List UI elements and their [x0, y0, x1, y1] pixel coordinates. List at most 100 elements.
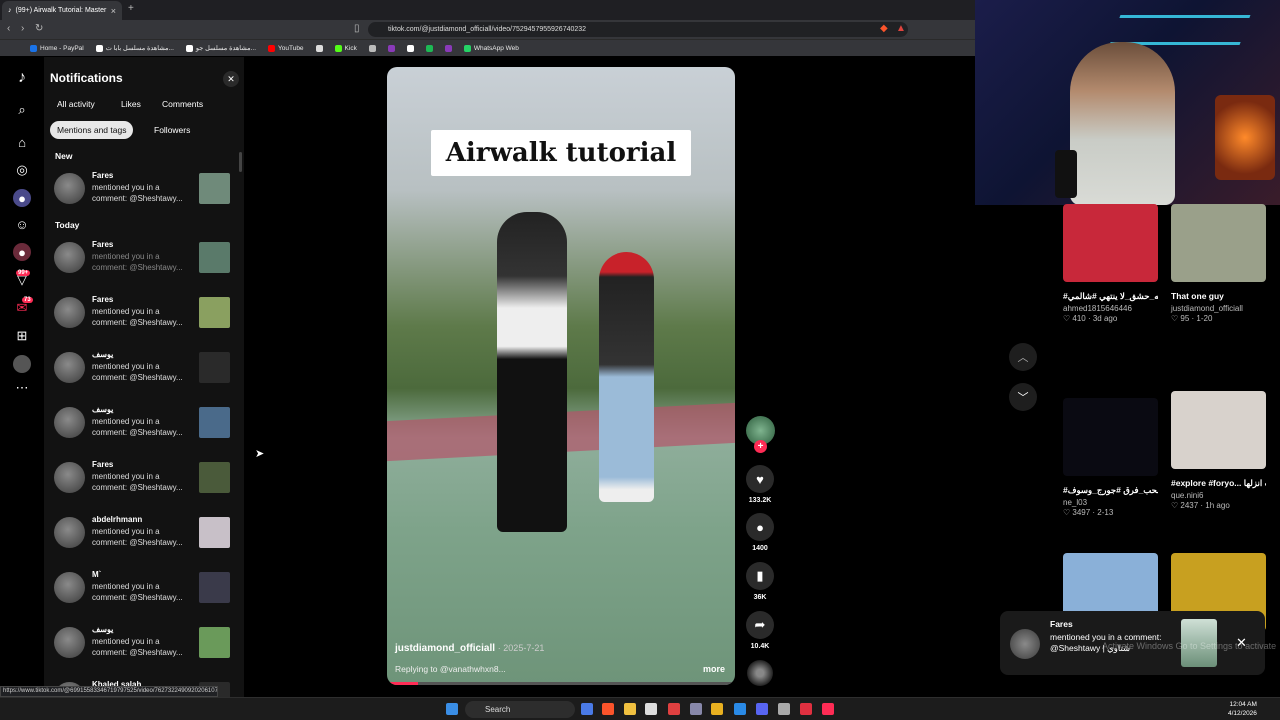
- task-view-icon[interactable]: [581, 703, 593, 715]
- video-player[interactable]: Airwalk tutorial justdiamond_officiall ·…: [387, 67, 735, 685]
- notification-user[interactable]: يوسف: [92, 625, 113, 634]
- notification-thumbnail[interactable]: [199, 572, 230, 603]
- video-author[interactable]: justdiamond_officiall · 2025-7-21: [395, 643, 544, 654]
- notification-item[interactable]: Fares mentioned you in a comment: @Shesht…: [54, 171, 232, 205]
- notification-user[interactable]: يوسف: [92, 350, 113, 359]
- recommended-card[interactable]: #كوره_القدم_قصه_حشق_لا ينتهي #شالمي ahmed…: [1063, 204, 1158, 323]
- recommended-card[interactable]: #explore #foryo... حلقت انزلها 🤡 que.nini…: [1171, 391, 1266, 510]
- filter-likes[interactable]: Likes: [114, 95, 148, 113]
- notification-thumbnail[interactable]: [199, 407, 230, 438]
- video-caption[interactable]: Replying to @vanathwhxn8...: [395, 664, 506, 674]
- recommended-title[interactable]: #اصحب_فرق #جورج_وسوف...: [1063, 484, 1158, 496]
- app-taskbar-icon[interactable]: [711, 703, 723, 715]
- notification-user[interactable]: abdelrhmann: [92, 515, 142, 524]
- store-taskbar-icon[interactable]: [645, 703, 657, 715]
- brave-taskbar-icon[interactable]: [602, 703, 614, 715]
- bookmark-item[interactable]: Home - PayPal: [30, 44, 84, 52]
- notification-user[interactable]: Fares: [92, 171, 113, 180]
- notification-item[interactable]: Fares mentioned you in a comment: @Shesht…: [54, 240, 232, 274]
- tiktok-logo-icon[interactable]: ♪: [13, 69, 31, 87]
- recommended-title[interactable]: #explore #foryo... حلقت انزلها 🤡: [1171, 477, 1266, 489]
- bookmark-item[interactable]: [315, 44, 323, 52]
- notification-item[interactable]: M` mentioned you in a comment: @Sheshtawy…: [54, 570, 232, 604]
- bookmark-item[interactable]: [425, 44, 433, 52]
- comment-icon[interactable]: ●: [746, 513, 774, 541]
- bookmark-item[interactable]: [444, 44, 452, 52]
- forward-icon[interactable]: ›: [21, 23, 24, 34]
- music-disc-icon[interactable]: [747, 660, 773, 686]
- recommended-title[interactable]: That one guy: [1171, 290, 1266, 302]
- recommended-thumbnail[interactable]: [1171, 391, 1266, 469]
- notification-thumbnail[interactable]: [199, 173, 230, 204]
- notification-thumbnail[interactable]: [199, 242, 230, 273]
- notification-avatar[interactable]: [54, 517, 85, 548]
- share-icon[interactable]: ➦: [746, 611, 774, 639]
- notification-thumbnail[interactable]: [199, 627, 230, 658]
- close-icon[interactable]: ✕: [223, 71, 239, 87]
- close-tab-icon[interactable]: ×: [111, 6, 116, 16]
- notification-user[interactable]: Fares: [92, 460, 113, 469]
- recommended-user[interactable]: justdiamond_officiall: [1171, 304, 1266, 313]
- upload-icon[interactable]: ⊞: [13, 327, 31, 345]
- recommended-thumbnail[interactable]: [1171, 204, 1266, 282]
- live-icon[interactable]: ●: [13, 189, 31, 207]
- notification-user[interactable]: يوسف: [92, 405, 113, 414]
- explorer-taskbar-icon[interactable]: [624, 703, 636, 715]
- bookmark-item[interactable]: مشاهدة مسلسل بابا ت...: [95, 44, 174, 52]
- profile-avatar[interactable]: [13, 355, 31, 373]
- filter-mentions-and-tags[interactable]: Mentions and tags: [50, 121, 134, 139]
- notification-avatar[interactable]: [54, 462, 85, 493]
- notification-user[interactable]: Fares: [92, 295, 113, 304]
- bookmark-item[interactable]: Kick: [334, 44, 357, 52]
- recommended-card[interactable]: That one guy justdiamond_officiall ♡ 95 · …: [1171, 204, 1266, 323]
- search-icon[interactable]: ⌕: [13, 101, 31, 119]
- notification-user[interactable]: Fares: [92, 240, 113, 249]
- notification-avatar[interactable]: [54, 242, 85, 273]
- taskbar-search[interactable]: Search: [465, 701, 575, 718]
- brave-rewards-icon[interactable]: ▲: [896, 23, 906, 34]
- notifications-scrollbar[interactable]: [239, 152, 242, 172]
- notification-item[interactable]: يوسف mentioned you in a comment: @Sheshta…: [54, 625, 232, 659]
- following-icon[interactable]: ☺: [13, 215, 31, 233]
- filter-comments[interactable]: Comments: [155, 95, 210, 113]
- more-icon[interactable]: ⋯: [13, 379, 31, 397]
- app2-taskbar-icon[interactable]: [778, 703, 790, 715]
- recommended-user[interactable]: ne_l03: [1063, 498, 1158, 507]
- comment-action[interactable]: ● 1400: [746, 513, 774, 552]
- brave-shield-icon[interactable]: ◆: [880, 23, 888, 34]
- bookmark-item[interactable]: WhatsApp Web: [463, 44, 519, 52]
- explore-icon[interactable]: ◎: [13, 161, 31, 179]
- like-action[interactable]: ♥ 133.2K: [746, 465, 774, 504]
- notification-avatar[interactable]: [54, 627, 85, 658]
- recommended-title[interactable]: #كوره_القدم_قصه_حشق_لا ينتهي #شالمي: [1063, 290, 1158, 302]
- recommended-user[interactable]: que.nini6: [1171, 491, 1266, 500]
- notification-item[interactable]: abdelrhmann mentioned you in a comment: @…: [54, 515, 232, 549]
- notification-thumbnail[interactable]: [199, 352, 230, 383]
- recommended-card[interactable]: #اصحب_فرق #جورج_وسوف... ne_l03♡ 3497 · 2-…: [1063, 398, 1158, 517]
- filter-all-activity[interactable]: All activity: [50, 95, 102, 113]
- previous-video-icon[interactable]: ︿: [1009, 343, 1037, 371]
- back-icon[interactable]: ‹: [7, 23, 10, 34]
- notification-avatar[interactable]: [54, 173, 85, 204]
- taskbar-clock[interactable]: 12:04 AM 4/12/2026: [1228, 700, 1257, 718]
- notification-thumbnail[interactable]: [199, 297, 230, 328]
- heart-icon[interactable]: ♥: [746, 465, 774, 493]
- chrome-taskbar-icon[interactable]: [668, 703, 680, 715]
- notification-item[interactable]: Fares mentioned you in a comment: @Shesht…: [54, 460, 232, 494]
- notification-item[interactable]: يوسف mentioned you in a comment: @Sheshta…: [54, 350, 232, 384]
- notification-item[interactable]: يوسف mentioned you in a comment: @Sheshta…: [54, 405, 232, 439]
- notification-item[interactable]: Fares mentioned you in a comment: @Shesht…: [54, 295, 232, 329]
- recommended-thumbnail[interactable]: [1063, 204, 1158, 282]
- video-progress-bar[interactable]: [387, 682, 735, 685]
- bookmark-item[interactable]: YouTube: [268, 44, 304, 52]
- save-action[interactable]: ▮ 36K: [746, 562, 774, 601]
- follow-plus-icon[interactable]: +: [754, 440, 767, 453]
- steam-taskbar-icon[interactable]: [690, 703, 702, 715]
- notification-user[interactable]: M`: [92, 570, 101, 579]
- windows-start-icon[interactable]: [446, 703, 458, 715]
- notification-thumbnail[interactable]: [199, 462, 230, 493]
- next-video-icon[interactable]: ﹀: [1009, 383, 1037, 411]
- notification-thumbnail[interactable]: [199, 517, 230, 548]
- address-bar[interactable]: tiktok.com/@justdiamond_officiall/video/…: [368, 22, 908, 37]
- notification-avatar[interactable]: [54, 407, 85, 438]
